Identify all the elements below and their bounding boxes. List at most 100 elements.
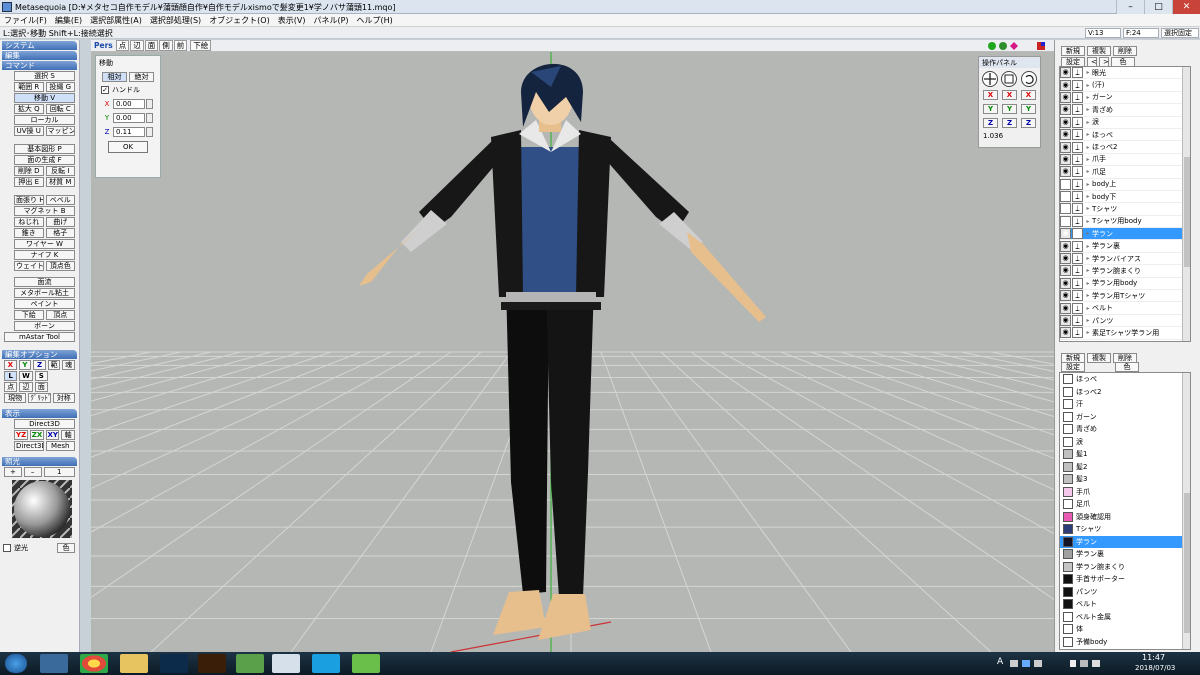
object-row[interactable]: ◉ ⍊ ▸ (汗) [1060, 79, 1190, 92]
material-row[interactable]: パンツ [1060, 586, 1190, 599]
bevel-button[interactable]: ベベル [45, 195, 75, 205]
object-row[interactable]: ◉ ⍊ ▸ 爪足 [1060, 166, 1190, 179]
lock-icon[interactable]: ⍊ [1072, 153, 1083, 165]
menu-help[interactable]: ヘルプ(H) [353, 14, 397, 26]
face-fill-button[interactable]: 面張り H [14, 195, 44, 205]
material-row[interactable]: ベルト金属 [1060, 611, 1190, 624]
object-delete-button[interactable]: 削除 [1113, 46, 1137, 56]
light-index[interactable]: 1 [43, 467, 75, 477]
expand-arrow-icon[interactable]: ▸ [1084, 69, 1092, 76]
select-button[interactable]: 選択 S [14, 71, 75, 81]
magnet-button[interactable]: マグネット B [14, 206, 75, 216]
move-x-button[interactable]: X [983, 90, 998, 100]
expand-arrow-icon[interactable]: ▸ [1084, 329, 1092, 336]
illustrator-icon[interactable] [198, 654, 226, 673]
rotate-y-button[interactable]: Y [1021, 104, 1036, 114]
section-lighting[interactable]: 照光 [2, 457, 77, 466]
material-row[interactable]: 学ラン [1060, 535, 1190, 548]
material-swatch[interactable] [1063, 611, 1073, 622]
view-yz-button[interactable]: YZ [14, 430, 28, 440]
material-swatch[interactable] [1063, 549, 1073, 560]
visibility-eye-icon[interactable]: ◉ [1060, 129, 1071, 141]
material-swatch[interactable] [1063, 524, 1073, 535]
material-swatch[interactable] [1063, 436, 1073, 447]
photoshop-icon[interactable] [160, 654, 188, 673]
material-swatch[interactable] [1063, 574, 1073, 585]
clock-date[interactable]: 2018/07/03 [1135, 664, 1175, 672]
perspective-toggle[interactable]: Pers [92, 41, 115, 50]
lock-icon[interactable]: ⍊ [1072, 91, 1083, 103]
lock-icon[interactable]: ⍊ [1072, 277, 1083, 289]
direct3d-mode-button[interactable]: Direct3D [14, 441, 44, 451]
menu-selection-attributes[interactable]: 選択部属性(A) [86, 14, 146, 26]
move-y-button[interactable]: Y [983, 104, 998, 114]
weight-button[interactable]: ウェイト [14, 261, 44, 271]
uv-button[interactable]: UV操 U [14, 126, 44, 136]
section-display[interactable]: 表示 [2, 409, 77, 418]
direct3d-button[interactable]: Direct3D [14, 419, 75, 429]
expand-arrow-icon[interactable]: ▸ [1084, 255, 1092, 262]
menu-selection-process[interactable]: 選択部処理(S) [146, 14, 205, 26]
handle-checkbox[interactable]: ✓ [101, 86, 109, 94]
ok-button[interactable]: OK [108, 141, 148, 153]
axis-display-button[interactable]: 軸 [61, 430, 75, 440]
metaball-button[interactable]: メタボール粘土 [14, 288, 75, 298]
x-value-input[interactable]: 0.00 [113, 99, 145, 109]
light-remove-button[interactable]: – [23, 467, 42, 477]
axis-y-toggle[interactable]: Y [18, 360, 32, 370]
lock-icon[interactable]: ⍊ [1072, 203, 1083, 215]
object-row[interactable]: ◉ ⍊ ▸ 素足Tシャツ学ラン用 [1060, 327, 1190, 340]
media-player-icon[interactable] [40, 654, 68, 673]
range-toggle[interactable]: 範 [47, 360, 61, 370]
3d-viewport[interactable] [91, 52, 1054, 652]
object-row[interactable]: ◉ ⍊ ▸ ほっぺ2 [1060, 141, 1190, 154]
material-row[interactable]: 学ラン腕まくり [1060, 561, 1190, 574]
section-system[interactable]: システム [2, 41, 77, 50]
system-tray[interactable] [1010, 658, 1105, 668]
object-row[interactable]: ◉ ⍊ ▸ 学ラン [1060, 228, 1190, 241]
view-underlay-button[interactable]: 下絵 [190, 40, 212, 51]
material-row[interactable]: 体 [1060, 623, 1190, 636]
material-swatch[interactable] [1063, 449, 1073, 460]
material-swatch[interactable] [1063, 424, 1073, 435]
z-value-input[interactable]: 0.11 [113, 127, 145, 137]
material-swatch[interactable] [1063, 599, 1073, 610]
lasso-button[interactable]: 投縄 G [45, 82, 75, 92]
material-row[interactable]: 学ラン裏 [1060, 548, 1190, 561]
view-xy-button[interactable]: XY [45, 430, 60, 440]
material-row[interactable]: ベルト [1060, 598, 1190, 611]
range-button[interactable]: 範囲 R [14, 82, 44, 92]
lock-icon[interactable]: ⍊ [1072, 67, 1083, 79]
expand-arrow-icon[interactable]: ▸ [1084, 280, 1092, 287]
symmetry-toggle[interactable]: 対称 [52, 393, 75, 403]
mesh-mode-button[interactable]: Mesh [45, 441, 75, 451]
metasequoia-taskbar-icon[interactable] [352, 654, 380, 673]
visibility-eye-icon[interactable]: ◉ [1060, 166, 1071, 178]
light-add-button[interactable]: + [4, 467, 22, 477]
visibility-eye-icon[interactable]: ◉ [1060, 104, 1071, 116]
viewport-scene[interactable] [91, 52, 1054, 652]
object-row[interactable]: ⍊ ▸ Tシャツ [1060, 203, 1190, 216]
expand-arrow-icon[interactable]: ▸ [1084, 94, 1092, 101]
expand-arrow-icon[interactable]: ▸ [1084, 292, 1092, 299]
material-swatch[interactable] [1063, 374, 1073, 385]
visibility-eye-icon[interactable]: ◉ [1060, 141, 1071, 153]
expand-arrow-icon[interactable]: ▸ [1084, 230, 1092, 237]
mapping-button[interactable]: マッピング [45, 126, 75, 136]
material-swatch[interactable] [1063, 399, 1073, 410]
rotate-z-button[interactable]: Z [1021, 118, 1036, 128]
object-row[interactable]: ◉ ⍊ ▸ 爪手 [1060, 153, 1190, 167]
material-row[interactable]: 髪1 [1060, 448, 1190, 461]
material-row[interactable]: ガーン [1060, 411, 1190, 424]
lock-icon[interactable]: ⍊ [1072, 191, 1083, 203]
visibility-eye-icon[interactable]: ◉ [1060, 67, 1071, 79]
material-row[interactable]: ほっぺ2 [1060, 386, 1190, 399]
material-swatch[interactable] [1063, 486, 1073, 497]
visibility-eye-icon[interactable] [1060, 178, 1071, 190]
expand-arrow-icon[interactable]: ▸ [1084, 218, 1092, 225]
object-new-button[interactable]: 新規 [1061, 46, 1085, 56]
section-edit-options[interactable]: 編集オプション [2, 350, 77, 359]
visibility-eye-icon[interactable] [1060, 191, 1071, 203]
lock-icon[interactable]: ⍊ [1072, 253, 1083, 265]
object-row[interactable]: ◉ ⍊ ▸ ベルト [1060, 302, 1190, 315]
